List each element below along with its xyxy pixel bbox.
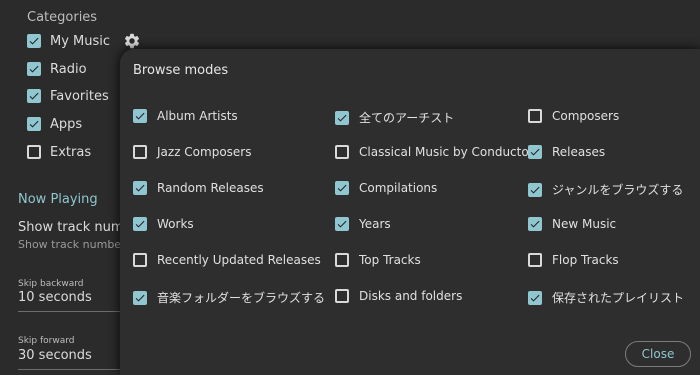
browse-mode-label: Disks and folders: [359, 289, 463, 303]
checkbox[interactable]: [528, 217, 542, 231]
browse-mode-item[interactable]: 保存されたプレイリスト: [528, 289, 684, 306]
check-icon: [530, 220, 540, 228]
check-icon: [530, 148, 540, 156]
browse-mode-item[interactable]: Years: [335, 217, 391, 231]
skip-forward-underline: [18, 369, 128, 370]
check-icon: [29, 120, 39, 128]
browse-mode-label: New Music: [552, 217, 617, 231]
category-radio[interactable]: Radio: [27, 59, 87, 79]
checkbox[interactable]: [528, 290, 542, 305]
checkbox[interactable]: [133, 253, 147, 267]
checkbox[interactable]: [27, 145, 41, 159]
browse-mode-item[interactable]: Jazz Composers: [133, 145, 252, 159]
checkbox[interactable]: [27, 89, 41, 103]
check-icon: [135, 294, 145, 301]
category-label: Extras: [50, 144, 92, 160]
browse-mode-label: Flop Tracks: [552, 253, 619, 267]
browse-mode-label: Composers: [552, 109, 620, 123]
checkbox[interactable]: [27, 117, 41, 131]
check-icon: [29, 37, 39, 45]
browse-mode-item[interactable]: Album Artists: [133, 109, 238, 123]
browse-mode-item[interactable]: New Music: [528, 217, 616, 231]
category-label: Radio: [50, 61, 87, 77]
checkbox[interactable]: [528, 145, 542, 159]
category-label: Favorites: [50, 88, 109, 104]
browse-mode-item[interactable]: Releases: [528, 145, 605, 159]
category-favorites[interactable]: Favorites: [27, 86, 109, 106]
checkbox[interactable]: [335, 253, 349, 267]
checkbox[interactable]: [335, 217, 349, 231]
browse-mode-item[interactable]: Compilations: [335, 181, 437, 195]
check-icon: [337, 220, 347, 228]
checkbox[interactable]: [335, 181, 349, 195]
check-icon: [135, 184, 145, 192]
browse-mode-item[interactable]: Flop Tracks: [528, 253, 619, 267]
categories-title: Categories: [27, 10, 98, 25]
checkbox[interactable]: [335, 145, 349, 159]
gear-icon[interactable]: [123, 32, 141, 50]
check-icon: [530, 294, 540, 301]
skip-forward-value[interactable]: 30 seconds: [18, 348, 92, 363]
browse-mode-label: Top Tracks: [359, 253, 421, 267]
checkbox[interactable]: [133, 109, 147, 123]
checkbox[interactable]: [528, 253, 542, 267]
checkbox[interactable]: [27, 62, 41, 76]
category-my-music[interactable]: My Music: [27, 31, 110, 51]
browse-modes-dialog: Browse modes Album Artists Jazz Composers…: [120, 49, 700, 375]
browse-mode-label: Recently Updated Releases: [157, 253, 321, 267]
browse-mode-item[interactable]: Composers: [528, 109, 619, 123]
browse-mode-label: Jazz Composers: [157, 145, 252, 159]
browse-mode-label: Works: [157, 217, 194, 231]
skip-backward-underline: [18, 311, 128, 312]
close-button[interactable]: Close: [625, 341, 691, 367]
browse-mode-item[interactable]: Disks and folders: [335, 289, 462, 303]
browse-mode-item[interactable]: Classical Music by Conductor: [335, 145, 534, 159]
check-icon: [29, 92, 39, 100]
check-icon: [337, 184, 347, 192]
check-icon: [135, 220, 145, 228]
category-label: Apps: [50, 116, 83, 132]
browse-mode-label: Album Artists: [157, 109, 238, 123]
browse-mode-label: 全てのアーチスト: [359, 111, 455, 125]
checkbox[interactable]: [133, 145, 147, 159]
checkbox[interactable]: [133, 290, 147, 305]
skip-forward-label: Skip forward: [18, 336, 75, 346]
browse-mode-label: Years: [359, 217, 391, 231]
check-icon: [135, 112, 145, 120]
browse-mode-label: Classical Music by Conductor: [359, 145, 534, 159]
category-extras[interactable]: Extras: [27, 142, 91, 162]
dialog-title: Browse modes: [133, 63, 229, 78]
skip-backward-value[interactable]: 10 seconds: [18, 290, 92, 305]
browse-mode-label: 保存されたプレイリスト: [552, 291, 685, 305]
checkbox[interactable]: [27, 34, 41, 48]
browse-mode-item[interactable]: Random Releases: [133, 181, 264, 195]
check-icon: [29, 65, 39, 73]
now-playing-header: Now Playing: [18, 192, 98, 207]
browse-mode-item[interactable]: 全てのアーチスト: [335, 109, 454, 126]
browse-mode-item[interactable]: 音楽フォルダーをブラウズする: [133, 289, 325, 306]
checkbox[interactable]: [528, 182, 542, 197]
browse-mode-label: Releases: [552, 145, 606, 159]
browse-mode-item[interactable]: Works: [133, 217, 194, 231]
check-icon: [337, 114, 347, 121]
browse-mode-label: Random Releases: [157, 181, 264, 195]
browse-mode-label: Compilations: [359, 181, 438, 195]
browse-mode-item[interactable]: Top Tracks: [335, 253, 421, 267]
browse-mode-label: ジャンルをブラウズする: [552, 183, 684, 197]
checkbox[interactable]: [528, 109, 542, 123]
check-icon: [530, 186, 540, 193]
browse-mode-label: 音楽フォルダーをブラウズする: [157, 291, 326, 305]
skip-backward-label: Skip backward: [18, 279, 84, 289]
category-label: My Music: [50, 33, 111, 49]
category-apps[interactable]: Apps: [27, 114, 82, 134]
checkbox[interactable]: [335, 110, 349, 125]
checkbox[interactable]: [133, 217, 147, 231]
checkbox[interactable]: [133, 181, 147, 195]
browse-mode-item[interactable]: ジャンルをブラウズする: [528, 181, 683, 198]
browse-mode-item[interactable]: Recently Updated Releases: [133, 253, 321, 267]
checkbox[interactable]: [335, 289, 349, 303]
settings-screen: Categories My Music Radio Favorites Apps…: [0, 0, 700, 375]
